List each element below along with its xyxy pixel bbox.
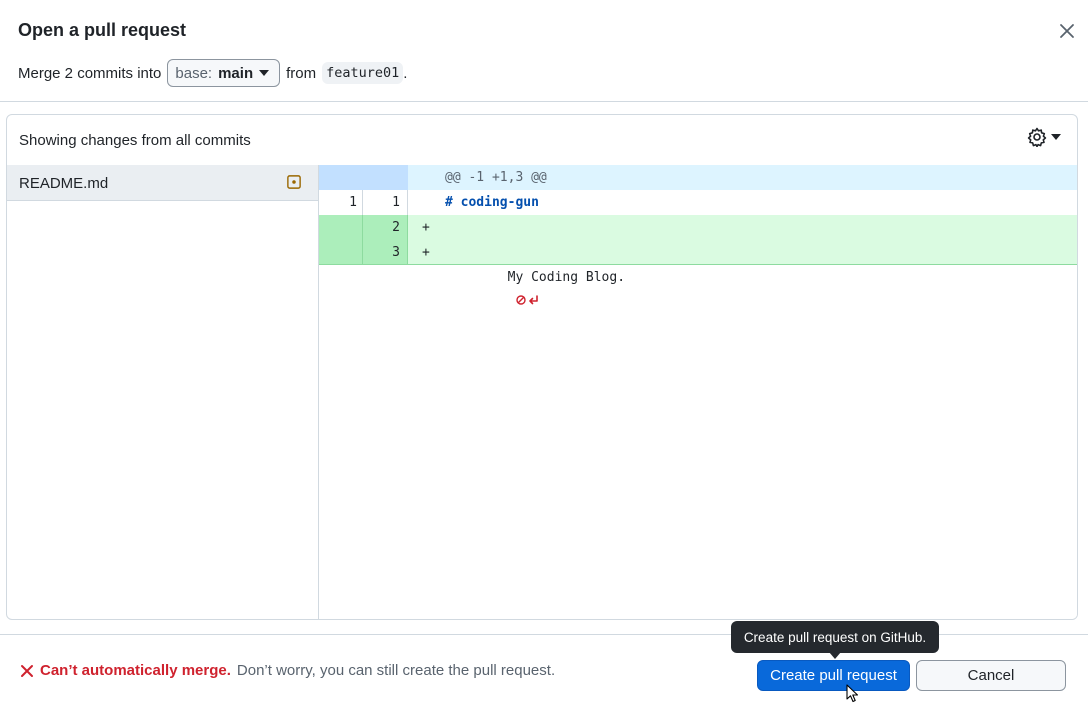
gear-icon bbox=[1027, 127, 1047, 147]
diff-panel: Showing changes from all commits README.… bbox=[6, 114, 1078, 620]
merge-status: Can’t automatically merge. Don’t worry, … bbox=[20, 662, 555, 679]
caret-down-icon bbox=[1051, 134, 1061, 140]
create-button-tooltip: Create pull request on GitHub. bbox=[731, 621, 939, 653]
base-label: base: bbox=[175, 64, 213, 82]
compare-branch: feature01 bbox=[322, 62, 404, 84]
new-line-number: 3 bbox=[392, 245, 400, 260]
diff-view: @@ -1 +1,3 @@ 1 1 # coding-gun 2 + 3 + M… bbox=[319, 165, 1077, 619]
old-line-number: 1 bbox=[349, 195, 357, 210]
tooltip-arrow bbox=[829, 652, 841, 659]
hunk-header: @@ -1 +1,3 @@ bbox=[445, 170, 547, 185]
create-pull-request-button[interactable]: Create pull request bbox=[757, 660, 910, 691]
diff-sign: + bbox=[422, 220, 430, 235]
cancel-button[interactable]: Cancel bbox=[916, 660, 1066, 691]
diff-line: 1 1 # coding-gun bbox=[319, 190, 1077, 215]
file-modified-icon bbox=[287, 175, 301, 189]
old-line-number bbox=[319, 215, 363, 240]
from-text: from bbox=[286, 64, 317, 82]
diff-code: My Coding Blog. bbox=[507, 270, 626, 285]
hunk-header-row: @@ -1 +1,3 @@ bbox=[319, 165, 1077, 190]
file-list: README.md bbox=[7, 165, 319, 619]
new-line-number: 1 bbox=[392, 195, 400, 210]
old-line-number bbox=[319, 240, 363, 265]
merge-suffix: . bbox=[403, 64, 408, 82]
close-icon bbox=[1060, 24, 1074, 38]
file-name: README.md bbox=[19, 175, 109, 192]
diff-code: # coding-gun bbox=[445, 195, 539, 210]
merge-error-text: Can’t automatically merge. bbox=[40, 662, 231, 679]
x-icon bbox=[21, 664, 33, 677]
mouse-cursor-icon bbox=[846, 684, 859, 703]
no-newline-icon bbox=[515, 295, 540, 309]
file-list-item[interactable]: README.md bbox=[7, 165, 318, 201]
merge-summary: Merge 2 commits into base: main from fea… bbox=[18, 58, 407, 88]
diff-line: 3 + My Coding Blog. bbox=[319, 240, 1077, 305]
merge-prefix-text: Merge 2 commits into bbox=[18, 64, 162, 82]
changes-scope-text: Showing changes from all commits bbox=[19, 132, 251, 149]
base-branch-value: main bbox=[218, 64, 254, 82]
diff-line: 2 + bbox=[319, 215, 1077, 240]
caret-down-icon bbox=[259, 70, 270, 76]
dialog-title: Open a pull request bbox=[18, 20, 187, 40]
header-divider bbox=[0, 101, 1088, 102]
diff-toolbar: Showing changes from all commits bbox=[7, 115, 1077, 166]
diff-end-border bbox=[319, 264, 1077, 265]
close-button[interactable] bbox=[1056, 20, 1078, 42]
diff-settings-button[interactable] bbox=[1027, 127, 1061, 147]
merge-info-text: Don’t worry, you can still create the pu… bbox=[236, 662, 556, 679]
base-branch-select[interactable]: base: main bbox=[167, 59, 281, 87]
new-line-number: 2 bbox=[392, 220, 400, 235]
diff-sign: + bbox=[422, 245, 430, 260]
